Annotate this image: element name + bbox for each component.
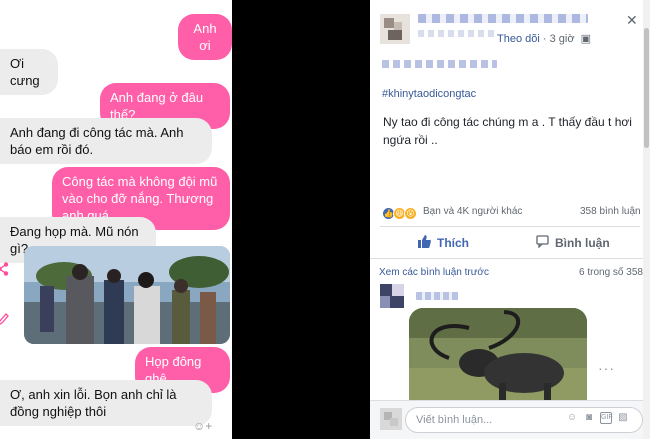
gif-icon[interactable]: GIF [600,412,613,424]
hashtag-link[interactable]: #khinytaodicongtac [382,88,476,100]
reactions-summary[interactable]: Bạn và 4K người khác [423,206,522,217]
privacy-icon: ▣ [577,33,592,45]
comment-input-placeholder[interactable]: Viết bình luận... [416,414,492,426]
author-name-censored[interactable] [418,14,588,23]
commenter-name-censored[interactable] [416,292,458,300]
follow-link[interactable]: Theo dõi [497,33,540,45]
post-title-censored [382,60,497,68]
message-incoming: Anh đang đi công tác mà. Anh báo em rồi … [0,118,212,164]
message-incoming: Ơ, anh xin lỗi. Bọn anh chỉ là đồng nghi… [0,380,212,426]
comment-button[interactable]: Bình luận [536,235,610,251]
separator: · [542,33,550,45]
divider [370,258,643,259]
comment-label: Bình luận [555,236,610,250]
camera-icon[interactable]: ◙ [583,412,595,424]
chat-panel: Anh ơi Ơi cưng Anh đang ở đâu thế? Anh đ… [0,0,232,439]
group-photo [24,246,230,344]
emoji-icon[interactable]: ☺ [566,412,578,424]
divider [380,226,640,227]
like-label: Thích [437,236,469,250]
close-icon[interactable]: ✕ [626,12,638,29]
commenter-avatar[interactable] [380,284,404,308]
comment-photo-buffalo[interactable] [409,308,587,403]
sticker-icon[interactable]: ▨ [617,412,629,424]
comment-page-count: 6 trong số 358 [579,267,643,278]
buffalo-image [409,308,587,403]
reaction-icons[interactable]: 👍 😆 😮 [382,205,417,221]
more-options-icon[interactable]: ··· [598,360,615,376]
wow-reaction-icon: 😮 [404,206,417,220]
share-icon[interactable] [0,262,9,281]
emoji-icon[interactable]: ☺+ [193,419,212,433]
post-time[interactable]: 3 giờ [550,33,575,45]
author-subline-censored [418,30,496,37]
pencil-icon[interactable] [0,312,9,331]
current-user-avatar [380,408,402,430]
message-incoming: Ơi cưng [0,49,58,95]
post-meta: Theo dõi · 3 giờ ▣ [497,32,591,45]
message-outgoing: Anh ơi [178,14,232,60]
like-button[interactable]: Thích [418,235,469,251]
composer-icons: ☺ ◙ GIF ▨ [566,412,629,424]
background-gap [232,0,370,439]
comment-bubble-icon [536,235,549,251]
post-body: Ny tao đi công tác chúng m a . T thấy đầ… [383,115,632,147]
comment-count[interactable]: 358 bình luận [580,206,641,217]
author-avatar[interactable] [380,14,410,44]
thumbs-up-icon [418,235,431,251]
scrollbar-thumb[interactable] [644,28,649,148]
chat-photo-attachment[interactable] [24,246,230,344]
view-previous-comments-link[interactable]: Xem các bình luận trước [379,267,489,278]
